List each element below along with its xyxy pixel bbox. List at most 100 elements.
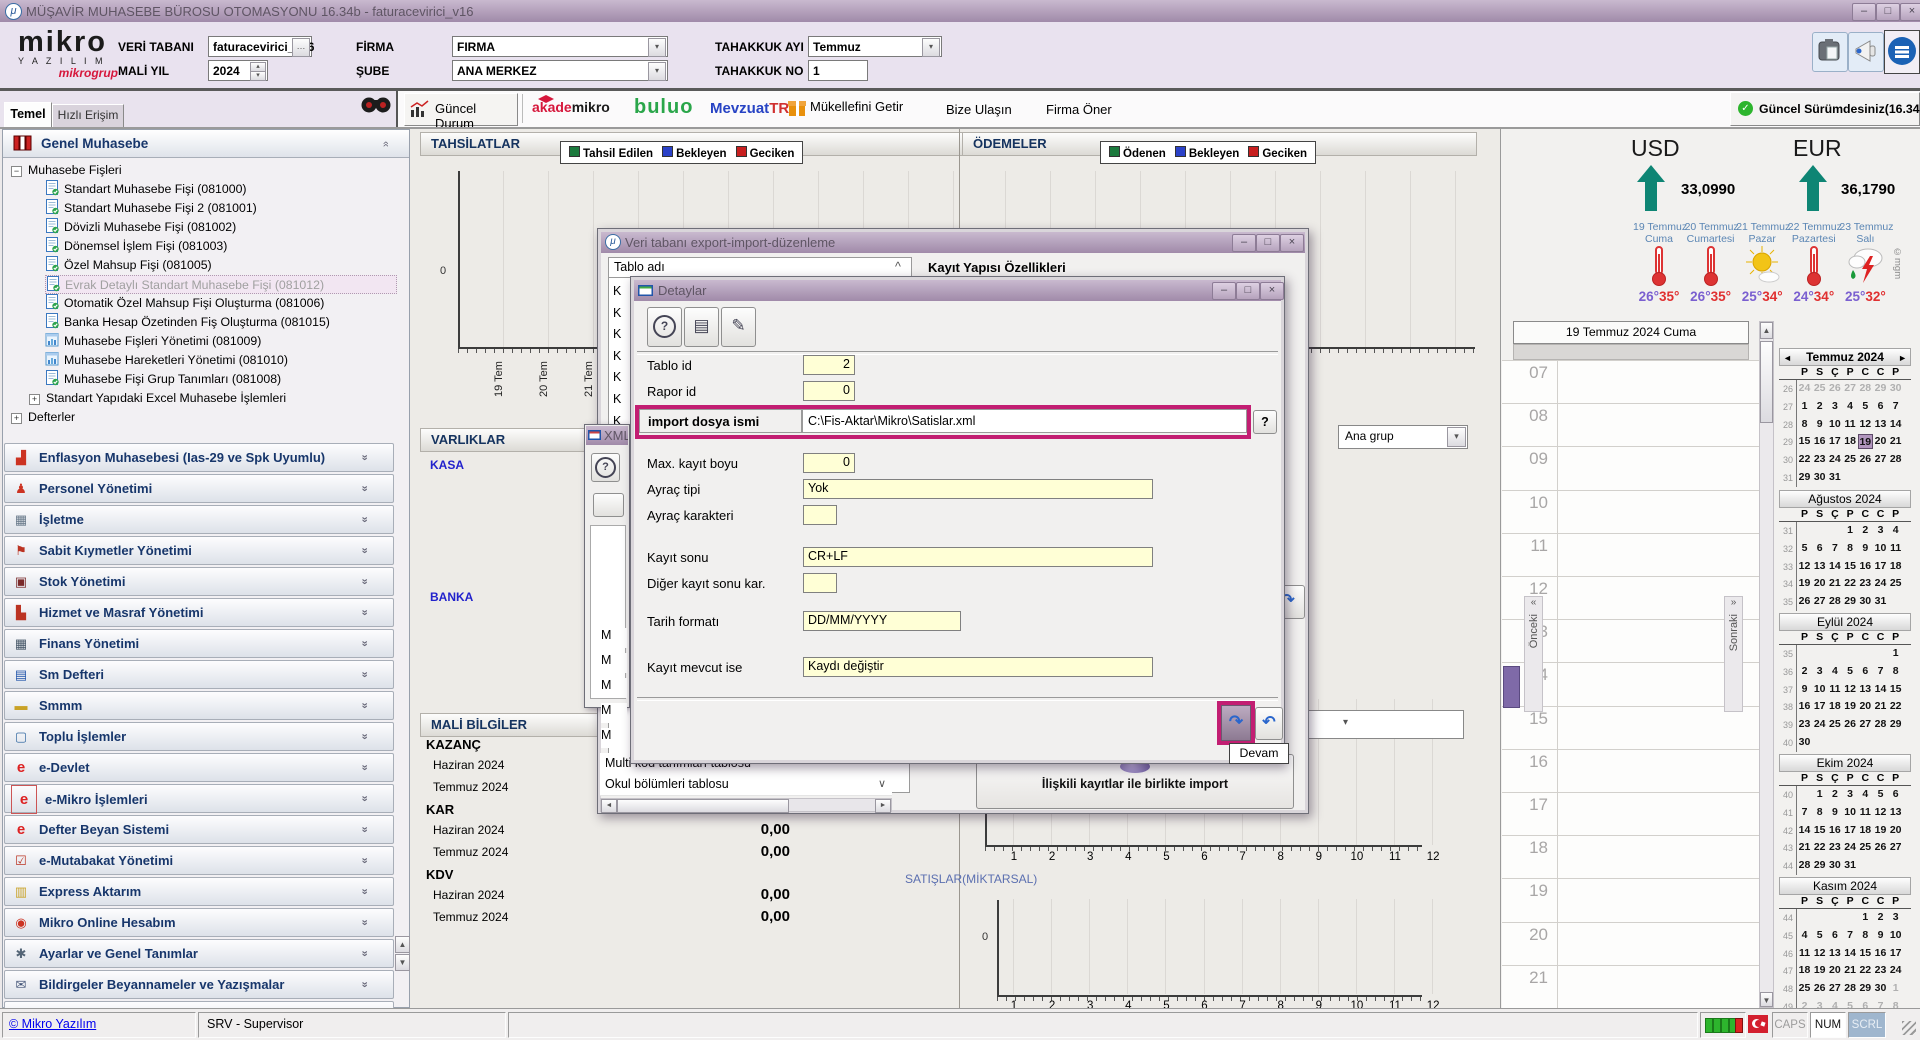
calendar-day[interactable]: 21	[1873, 699, 1888, 714]
planner-hour-row[interactable]: 11	[1502, 533, 1759, 576]
calendar-day[interactable]: 3	[1873, 523, 1888, 538]
tree-item[interactable]: Dövizli Muhasebe Fişi (081002)	[45, 218, 397, 237]
buluo-link[interactable]: buluo	[634, 96, 693, 119]
statusbar-resize-grip[interactable]	[1902, 1021, 1916, 1035]
bize-ulasin-link[interactable]: Bize Ulaşın	[946, 102, 1012, 117]
sidebar-section-personel-y-netimi[interactable]: ♟Personel Yönetimi»	[4, 474, 394, 503]
keyboard-button[interactable]: ▤	[684, 307, 719, 347]
calendar-day[interactable]: 16	[1873, 946, 1888, 961]
calendar-day[interactable]: 27	[1858, 717, 1873, 732]
calendar-day[interactable]: 18	[1827, 699, 1842, 714]
mevzuattr-link[interactable]: MevzuatTR	[710, 100, 789, 117]
tree-item[interactable]: Evrak Detaylı Standart Muhasebe Fişi (08…	[45, 275, 397, 294]
planner-hour-row[interactable]: 10	[1502, 490, 1759, 533]
calendar-day[interactable]: 30	[1827, 858, 1842, 873]
planner-hour-row[interactable]: 19	[1502, 878, 1759, 921]
tree-root-defterler[interactable]: +Defterler	[11, 408, 391, 427]
calendar-day[interactable]: 10	[1873, 541, 1888, 556]
akademikro-link[interactable]: akademikro	[532, 99, 624, 121]
calendar-day[interactable]: 30	[1797, 735, 1812, 750]
partial-combo[interactable]: ▾	[1308, 710, 1464, 739]
calendar-day[interactable]: 5	[1812, 928, 1827, 943]
calendar-day[interactable]: 12	[1873, 805, 1888, 820]
calendar-day[interactable]: 4	[1888, 523, 1903, 538]
tree-item[interactable]: Muhasebe Fişleri Yönetimi (081009)	[45, 332, 397, 351]
tree-item-excel[interactable]: +Standart Yapıdaki Excel Muhasebe İşleml…	[29, 389, 399, 408]
calendar-day[interactable]: 29	[1812, 858, 1827, 873]
guncel-durum-button[interactable]: Güncel Durum	[404, 93, 518, 126]
calendar-day[interactable]: 29	[1873, 381, 1888, 396]
calendar-day[interactable]: 20	[1812, 576, 1827, 591]
calendar-day[interactable]: 5	[1797, 541, 1812, 556]
planner-scrollbar[interactable]: ▲ ▼	[1759, 321, 1774, 1008]
sidebar-section-e-mutabakat-y-netimi[interactable]: ☑e-Mutabakat Yönetimi»	[4, 846, 394, 875]
tahakkuk-no-input[interactable]: 1	[808, 60, 868, 81]
calendar-day[interactable]: 17	[1843, 823, 1858, 838]
calendar-day[interactable]: 1	[1888, 981, 1903, 996]
dropdown-icon[interactable]: ▾	[922, 38, 940, 57]
sidebar-section-defter-beyan-sistemi[interactable]: eDefter Beyan Sistemi»	[4, 815, 394, 844]
calendar-day[interactable]: 26	[1827, 381, 1842, 396]
calendar-day[interactable]: 31	[1873, 594, 1888, 609]
calendar-day[interactable]: 14	[1797, 823, 1812, 838]
calendar-day[interactable]: 22	[1812, 840, 1827, 855]
calendar-day[interactable]: 19	[1797, 576, 1812, 591]
calendar-day[interactable]: 1	[1888, 646, 1903, 661]
close-button[interactable]: ×	[1900, 3, 1920, 21]
calendar-day[interactable]: 13	[1827, 946, 1842, 961]
calendar-day[interactable]: 11	[1827, 682, 1842, 697]
calendar-day[interactable]: 8	[1812, 805, 1827, 820]
calendar-day[interactable]: 23	[1858, 576, 1873, 591]
calendar-day[interactable]: 29	[1797, 470, 1812, 485]
sidebar-section-i-letme[interactable]: ▦İşletme»	[4, 505, 394, 534]
calendar-day[interactable]: 21	[1888, 434, 1903, 449]
sidebar-section-enflasyon-muhasebesi-ias-29-ve-spk-uyumlu-[interactable]: ▟Enflasyon Muhasebesi (Ias-29 ve Spk Uyu…	[4, 443, 394, 472]
calendar-day[interactable]: 20	[1888, 823, 1903, 838]
calendar-day[interactable]: 2	[1827, 787, 1842, 802]
calendar-day[interactable]: 26	[1843, 717, 1858, 732]
partial-combo-dropdown-icon[interactable]: ▾	[1343, 717, 1348, 728]
calendar-day[interactable]: 20	[1873, 434, 1888, 449]
calendar-day[interactable]: 10	[1827, 417, 1842, 432]
sidebar-section-e-devlet[interactable]: ee-Devlet»	[4, 753, 394, 782]
calendar-day[interactable]: 5	[1843, 664, 1858, 679]
tab-hizli-erisim[interactable]: Hızlı Erişim	[52, 104, 124, 128]
calendar-day[interactable]: 13	[1888, 805, 1903, 820]
calendar-day[interactable]: 2	[1873, 910, 1888, 925]
calendar-day[interactable]: 24	[1873, 576, 1888, 591]
spin-down-icon[interactable]: ▾	[250, 71, 266, 81]
row-expand-icon[interactable]: ∨	[878, 774, 886, 794]
calendar-day[interactable]: 12	[1858, 417, 1873, 432]
tahakkuk-ayi-input[interactable]: Temmuz▾	[808, 36, 942, 57]
calendar-day[interactable]: 8	[1858, 928, 1873, 943]
calendar-day[interactable]: 30	[1812, 470, 1827, 485]
sidebar-section-e-mikro-i-lemleri[interactable]: ee-Mikro İşlemleri»	[4, 784, 394, 813]
calendar-day[interactable]: 17	[1812, 699, 1827, 714]
tab-temel[interactable]: Temel	[4, 102, 52, 128]
calendar-day[interactable]: 31	[1827, 470, 1842, 485]
tree-item[interactable]: Muhasebe Fişi Grup Tanımları (081008)	[45, 370, 397, 389]
planner-hour-row[interactable]: 20	[1502, 922, 1759, 965]
calendar-day[interactable]: 10	[1812, 682, 1827, 697]
tree-item[interactable]: Standart Muhasebe Fişi (081000)	[45, 180, 397, 199]
calendar-day[interactable]: 1	[1858, 910, 1873, 925]
main-menu-button[interactable]	[1884, 30, 1920, 74]
tree-item[interactable]: Otomatik Özel Mahsup Fişi Oluşturma (081…	[45, 294, 397, 313]
calendar-day[interactable]: 10	[1888, 928, 1903, 943]
calendar-day[interactable]: 30	[1858, 594, 1873, 609]
tree-item[interactable]: Özel Mahsup Fişi (081005)	[45, 256, 397, 275]
calendar-day[interactable]: 25	[1812, 381, 1827, 396]
planner-hour-row[interactable]: 21	[1502, 965, 1759, 1008]
calendar-day[interactable]: 8	[1797, 417, 1812, 432]
detaylar-close-button[interactable]: ×	[1260, 282, 1284, 300]
max-kay-t-boyu-input[interactable]: 0	[803, 453, 855, 473]
calendar-day[interactable]: 4	[1858, 787, 1873, 802]
calendar-day[interactable]: 8	[1888, 664, 1903, 679]
calendar-day[interactable]: 9	[1797, 682, 1812, 697]
calendar-day[interactable]: 24	[1797, 381, 1812, 396]
calendar-day[interactable]: 25	[1827, 717, 1842, 732]
collapse-icon[interactable]: »	[380, 141, 392, 147]
mukellefini-getir-link[interactable]: Mükellefini Getir	[788, 99, 928, 114]
ayra-karakteri-input[interactable]	[803, 505, 837, 525]
tree-item[interactable]: Muhasebe Hareketleri Yönetimi (081010)	[45, 351, 397, 370]
